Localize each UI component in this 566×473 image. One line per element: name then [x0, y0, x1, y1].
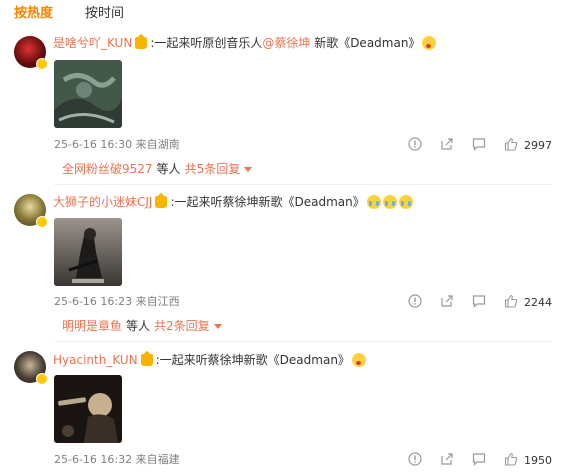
report-icon[interactable] [408, 452, 424, 468]
crown-icon [140, 351, 153, 366]
comment-meta: 25-6-16 16:32 来自福建 [54, 452, 180, 468]
crown-icon [155, 193, 168, 208]
comment-actions: 2997 [392, 137, 552, 153]
comment-image[interactable] [54, 375, 122, 443]
comment-date: 25-6-16 16:23 [54, 295, 133, 308]
share-icon[interactable] [440, 452, 456, 468]
comment-actions: 2244 [392, 294, 552, 310]
username[interactable]: Hyacinth_KUN [53, 353, 138, 367]
tab-time[interactable]: 按时间 [85, 4, 124, 24]
crying-emoji-icon [366, 195, 381, 209]
comment-location: 来自湖南 [135, 138, 180, 151]
comment-meta: 25-6-16 16:30 来自湖南 [54, 137, 180, 153]
crying-emoji-icon [382, 195, 397, 209]
comment-image[interactable] [54, 218, 122, 286]
crying-emoji-icon [398, 195, 413, 209]
reply-username[interactable]: 全网粉丝破9527 [62, 162, 153, 176]
chevron-down-icon [244, 167, 253, 172]
comment-location: 来自福建 [135, 453, 180, 466]
reply-count-link[interactable]: 共2条回复 [154, 319, 210, 333]
like-icon[interactable] [504, 294, 520, 310]
comment-line: Hyacinth_KUN :一起来听蔡徐坤新歌《Deadman》 [53, 351, 366, 369]
comment-text: :一起来听原创音乐人 [150, 36, 263, 50]
like-count: 2244 [524, 295, 552, 309]
comment-meta: 25-6-16 16:23 来自江西 [54, 294, 180, 310]
comment-date: 25-6-16 16:32 [54, 453, 133, 466]
like-count: 2997 [524, 138, 552, 152]
vip-badge-icon [36, 58, 48, 70]
chevron-down-icon [213, 324, 222, 329]
share-icon[interactable] [440, 294, 456, 310]
report-icon[interactable] [408, 137, 424, 153]
vip-badge-icon [36, 216, 48, 228]
avatar[interactable] [14, 36, 48, 70]
comment-line: 是啥兮吖_KUN :一起来听原创音乐人@蔡徐坤 新歌《Deadman》 [53, 34, 437, 52]
username[interactable]: 是啥兮吖_KUN [53, 36, 132, 50]
comment-line: 大狮子的小迷妹CJJ :一起来听蔡徐坤新歌《Deadman》 [53, 193, 413, 211]
comment-text-suffix: 新歌《Deadman》 [310, 36, 421, 50]
share-icon[interactable] [440, 137, 456, 153]
username[interactable]: 大狮子的小迷妹CJJ [53, 195, 152, 209]
divider [54, 184, 552, 185]
comment-date: 25-6-16 16:30 [54, 138, 133, 151]
surprised-emoji-icon [351, 353, 366, 367]
divider [54, 341, 552, 342]
comment-actions: 1950 [392, 452, 552, 468]
comment-icon[interactable] [472, 452, 488, 468]
comment-icon[interactable] [472, 294, 488, 310]
mention-link[interactable]: @蔡徐坤 [262, 36, 310, 50]
reply-etc-text: 等人 [156, 162, 181, 176]
vip-badge-icon [36, 373, 48, 385]
like-count: 1950 [524, 453, 552, 467]
comment-icon[interactable] [472, 137, 488, 153]
reply-summary[interactable]: 明明是章鱼 等人 共2条回复 [62, 317, 222, 335]
like-icon[interactable] [504, 452, 520, 468]
tab-hot[interactable]: 按热度 [14, 4, 53, 24]
surprised-emoji-icon [422, 36, 437, 50]
sort-tabs: 按热度 按时间 [14, 4, 124, 24]
comment-image[interactable] [54, 60, 122, 128]
reply-etc-text: 等人 [126, 319, 151, 333]
like-icon[interactable] [504, 137, 520, 153]
crown-icon [135, 34, 148, 49]
report-icon[interactable] [408, 294, 424, 310]
comment-text: :一起来听蔡徐坤新歌《Deadman》 [170, 195, 365, 209]
comment-text: :一起来听蔡徐坤新歌《Deadman》 [155, 353, 350, 367]
avatar[interactable] [14, 194, 48, 228]
reply-count-link[interactable]: 共5条回复 [185, 162, 241, 176]
avatar[interactable] [14, 351, 48, 385]
reply-summary[interactable]: 全网粉丝破9527 等人 共5条回复 [62, 160, 253, 178]
comment-location: 来自江西 [135, 295, 180, 308]
reply-username[interactable]: 明明是章鱼 [62, 319, 122, 333]
